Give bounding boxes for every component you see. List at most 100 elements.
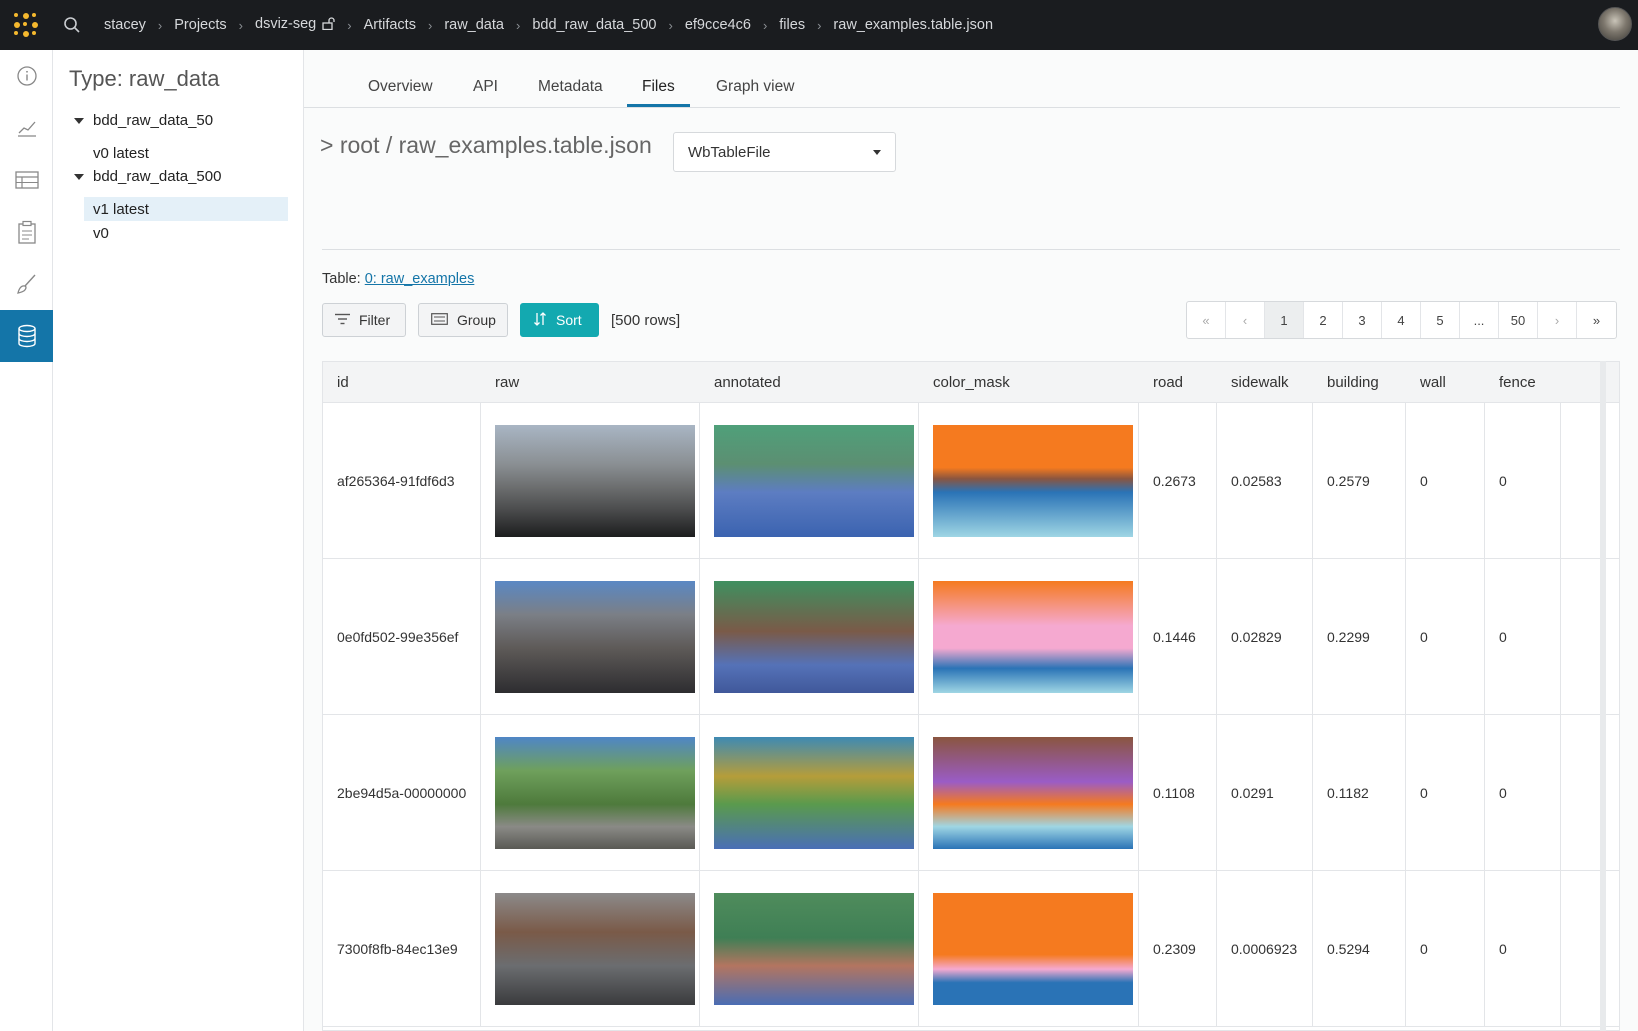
dropdown-value: WbTableFile [688, 143, 771, 161]
caret-down-icon [873, 150, 881, 155]
cell-value: 0 [1499, 473, 1507, 489]
tab-overview[interactable]: Overview [368, 78, 433, 96]
column-header-annotated[interactable]: annotated [700, 362, 919, 403]
pager-last[interactable]: » [1577, 302, 1616, 338]
breadcrumb-user[interactable]: stacey [102, 17, 148, 33]
table-link[interactable]: 0: raw_examples [365, 271, 475, 287]
pager-page-50[interactable]: 50 [1499, 302, 1538, 338]
row-count: [500 rows] [611, 312, 681, 329]
tree-group-bdd-raw-data-500[interactable]: bdd_raw_data_500 [74, 168, 221, 185]
filter-button[interactable]: Filter [322, 303, 406, 337]
column-header-wall[interactable]: wall [1406, 362, 1485, 403]
raw-image[interactable] [495, 581, 695, 693]
cell-value: 0 [1420, 941, 1428, 957]
pager-page-1[interactable]: 1 [1265, 302, 1304, 338]
breadcrumb-separator: › [238, 17, 243, 33]
raw-image[interactable] [495, 737, 695, 849]
clipboard-icon[interactable] [0, 206, 53, 258]
sort-button[interactable]: Sort [520, 303, 599, 337]
filter-button-label: Filter [359, 312, 391, 328]
tree-version-v0-latest[interactable]: v0 latest [84, 141, 288, 165]
tree-version-v0[interactable]: v0 [84, 221, 288, 245]
tree-version-v1-latest[interactable]: v1 latest [84, 197, 288, 221]
cell-value: 2be94d5a-00000000 [337, 785, 467, 801]
wandb-logo-icon[interactable] [0, 0, 52, 50]
column-header-building[interactable]: building [1313, 362, 1406, 403]
mask-image[interactable] [933, 737, 1133, 849]
raw-image[interactable] [495, 425, 695, 537]
pager-page-3[interactable]: 3 [1343, 302, 1382, 338]
mask-image[interactable] [933, 893, 1133, 1005]
cell-sidewalk: 0.02583 [1217, 403, 1313, 559]
annotated-image[interactable] [714, 425, 914, 537]
pager-prev[interactable]: ‹ [1226, 302, 1265, 338]
breadcrumb-type[interactable]: raw_data [442, 17, 506, 33]
mask-image[interactable] [933, 425, 1133, 537]
mask-image[interactable] [933, 581, 1133, 693]
table-row[interactable]: 7300f8fb-84ec13e9 0.2309 0.0006923 0.5294 0 0 [323, 871, 1619, 1027]
main-panel: Overview API Metadata Files Graph view >… [304, 50, 1638, 1031]
column-header-color-mask[interactable]: color_mask [919, 362, 1139, 403]
cell-value: 0 [1420, 473, 1428, 489]
tree-title: Type: raw_data [69, 66, 220, 91]
group-button[interactable]: Group [418, 303, 508, 337]
cell-value: 0.0291 [1231, 785, 1274, 801]
annotated-image[interactable] [714, 737, 914, 849]
breadcrumb-files[interactable]: files [777, 17, 807, 33]
info-icon[interactable] [0, 50, 53, 102]
cell-value: 7300f8fb-84ec13e9 [337, 941, 458, 957]
tab-bar: Overview API Metadata Files Graph view [304, 50, 1620, 108]
breadcrumb-artifact[interactable]: bdd_raw_data_500 [530, 17, 658, 33]
tab-graph-view[interactable]: Graph view [716, 78, 794, 96]
cell-building: 0.2579 [1313, 403, 1406, 559]
breadcrumb-version[interactable]: ef9cce4c6 [683, 17, 753, 33]
column-header-sidewalk[interactable]: sidewalk [1217, 362, 1313, 403]
column-header-raw[interactable]: raw [481, 362, 700, 403]
annotated-image[interactable] [714, 581, 914, 693]
column-header-fence[interactable]: fence [1485, 362, 1561, 403]
chart-line-icon[interactable] [0, 102, 53, 154]
table-header: id raw annotated color_mask road sidewal… [323, 362, 1619, 403]
cell-id: 2be94d5a-00000000 [323, 715, 481, 871]
breadcrumb-artifacts[interactable]: Artifacts [362, 17, 418, 33]
cell-wall: 0 [1406, 403, 1485, 559]
cell-building: 0.1182 [1313, 715, 1406, 871]
database-icon[interactable] [0, 310, 53, 362]
brush-icon[interactable] [0, 258, 53, 310]
tab-api[interactable]: API [473, 78, 498, 96]
pager-page-2[interactable]: 2 [1304, 302, 1343, 338]
breadcrumb-project-label: dsviz-seg [255, 16, 317, 32]
table-row[interactable]: 0e0fd502-99e356ef 0.1446 0.02829 0.2299 0 0 [323, 559, 1619, 715]
avatar[interactable] [1598, 7, 1632, 41]
breadcrumb-separator: › [157, 17, 163, 33]
file-type-dropdown[interactable]: WbTableFile [673, 132, 896, 172]
cell-color-mask [919, 871, 1139, 1027]
tree-group-bdd-raw-data-50[interactable]: bdd_raw_data_50 [74, 112, 213, 129]
column-header-road[interactable]: road [1139, 362, 1217, 403]
pager-next[interactable]: › [1538, 302, 1577, 338]
raw-image[interactable] [495, 893, 695, 1005]
breadcrumb-project[interactable]: dsviz-seg [253, 16, 337, 34]
breadcrumb-separator: › [817, 17, 822, 33]
cell-value: 0 [1499, 941, 1507, 957]
cell-building: 0.2299 [1313, 559, 1406, 715]
breadcrumb: stacey › Projects › dsviz-seg › Artifact… [102, 16, 995, 34]
pager-page-4[interactable]: 4 [1382, 302, 1421, 338]
breadcrumb-projects[interactable]: Projects [172, 17, 228, 33]
pager-first[interactable]: « [1187, 302, 1226, 338]
search-icon[interactable] [52, 16, 92, 34]
annotated-image[interactable] [714, 893, 914, 1005]
tab-metadata[interactable]: Metadata [538, 78, 603, 96]
pager-page-5[interactable]: 5 [1421, 302, 1460, 338]
cell-value: af265364-91fdf6d3 [337, 473, 455, 489]
cell-id: 0e0fd502-99e356ef [323, 559, 481, 715]
column-header-id[interactable]: id [323, 362, 481, 403]
breadcrumb-separator: › [762, 17, 768, 33]
caret-down-icon [74, 173, 84, 180]
horizontal-scrollbar[interactable] [1600, 361, 1606, 1031]
tab-files[interactable]: Files [642, 78, 675, 96]
table-row[interactable]: 2be94d5a-00000000 0.1108 0.0291 0.1182 0 0 [323, 715, 1619, 871]
breadcrumb-file: raw_examples.table.json [833, 17, 994, 33]
table-icon[interactable] [0, 154, 53, 206]
table-row[interactable]: af265364-91fdf6d3 0.2673 0.02583 0.2579 0 0 [323, 403, 1619, 559]
